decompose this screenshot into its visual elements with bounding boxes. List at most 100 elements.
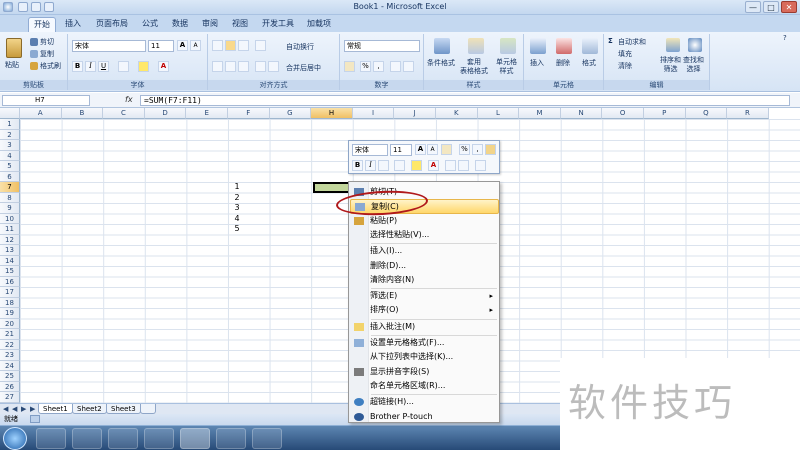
- align-center-icon[interactable]: [225, 61, 236, 72]
- align-bottom-icon[interactable]: [238, 40, 249, 51]
- cell-f7[interactable]: 1: [220, 182, 240, 192]
- mini-font-color-icon[interactable]: A: [428, 160, 439, 171]
- context-menu-item-12[interactable]: 显示拼音字段(S): [350, 365, 499, 379]
- align-middle-icon[interactable]: [225, 40, 236, 51]
- tab-page-layout[interactable]: 页面布局: [92, 17, 132, 32]
- row-header-8[interactable]: 8: [0, 192, 20, 203]
- close-button[interactable]: ✕: [781, 1, 797, 13]
- merge-center-button[interactable]: 合并后居中: [286, 63, 321, 73]
- find-select-icon[interactable]: [688, 38, 702, 52]
- table-format-button[interactable]: 套用 表格格式: [460, 58, 488, 76]
- row-header-10[interactable]: 10: [0, 213, 20, 224]
- mini-increase-decimal-icon[interactable]: [445, 160, 456, 171]
- column-header-j[interactable]: J: [394, 108, 436, 119]
- ie-icon[interactable]: [36, 428, 66, 449]
- start-button[interactable]: [3, 427, 27, 450]
- row-header-23[interactable]: 23: [0, 350, 20, 361]
- cell-f8[interactable]: 2: [220, 193, 240, 203]
- table-format-icon[interactable]: [468, 38, 484, 54]
- insert-cells-button[interactable]: 插入: [530, 58, 544, 68]
- tab-insert[interactable]: 插入: [60, 17, 86, 32]
- comma-button[interactable]: ,: [373, 61, 384, 72]
- format-cells-button[interactable]: 格式: [582, 58, 596, 68]
- tab-data[interactable]: 数据: [168, 17, 192, 32]
- word-icon[interactable]: [216, 428, 246, 449]
- row-header-25[interactable]: 25: [0, 371, 20, 382]
- paste-button[interactable]: 粘贴: [5, 60, 19, 70]
- autosum-button[interactable]: 自动求和: [618, 37, 646, 47]
- row-header-12[interactable]: 12: [0, 234, 20, 245]
- increase-indent-icon[interactable]: [268, 61, 279, 72]
- mini-format-painter-icon[interactable]: [485, 144, 496, 155]
- insert-cells-icon[interactable]: [530, 38, 546, 54]
- number-format-select[interactable]: 常规: [344, 40, 420, 52]
- fill-button[interactable]: 填充: [618, 49, 632, 59]
- mini-italic-button[interactable]: I: [365, 160, 376, 171]
- column-header-l[interactable]: L: [477, 108, 520, 119]
- sigma-icon[interactable]: Σ: [608, 37, 613, 45]
- font-color-icon[interactable]: A: [158, 61, 169, 72]
- conditional-format-button[interactable]: 条件格式: [427, 58, 455, 68]
- percent-button[interactable]: %: [360, 61, 371, 72]
- column-header-d[interactable]: D: [144, 108, 187, 119]
- row-header-11[interactable]: 11: [0, 224, 20, 235]
- context-menu-item-2[interactable]: 粘贴(P): [350, 214, 499, 228]
- row-header-14[interactable]: 14: [0, 255, 20, 266]
- help-icon[interactable]: ?: [783, 34, 787, 42]
- row-header-22[interactable]: 22: [0, 339, 20, 350]
- mini-border-icon[interactable]: [394, 160, 405, 171]
- fill-color-icon[interactable]: [138, 61, 149, 72]
- column-header-o[interactable]: O: [602, 108, 644, 119]
- decrease-indent-icon[interactable]: [255, 61, 266, 72]
- column-header-c[interactable]: C: [103, 108, 145, 119]
- tab-formulas[interactable]: 公式: [138, 17, 162, 32]
- mini-currency-icon[interactable]: [441, 144, 452, 155]
- row-header-2[interactable]: 2: [0, 129, 20, 140]
- mini-font-name-select[interactable]: 宋体: [352, 144, 388, 156]
- delete-cells-button[interactable]: 删除: [556, 58, 570, 68]
- sheet-tab-sheet1[interactable]: Sheet1: [38, 404, 73, 414]
- row-header-26[interactable]: 26: [0, 381, 20, 392]
- copy-button[interactable]: 复制: [40, 49, 54, 59]
- mini-bold-button[interactable]: B: [352, 160, 363, 171]
- fx-icon[interactable]: fx: [125, 95, 133, 104]
- row-header-19[interactable]: 19: [0, 308, 20, 319]
- border-icon[interactable]: [118, 61, 129, 72]
- context-menu-item-9[interactable]: 插入批注(M): [350, 320, 499, 334]
- tab-view[interactable]: 视图: [228, 17, 252, 32]
- mini-font-size-select[interactable]: 11: [390, 144, 412, 156]
- format-painter-button[interactable]: 格式刷: [40, 61, 61, 71]
- sheet-nav-last-icon[interactable]: ▶: [30, 405, 35, 413]
- format-cells-icon[interactable]: [582, 38, 598, 54]
- cell-f11[interactable]: 5: [220, 224, 240, 234]
- sort-filter-button[interactable]: 排序和 筛选: [660, 56, 681, 74]
- column-header-q[interactable]: Q: [685, 108, 728, 119]
- row-header-20[interactable]: 20: [0, 318, 20, 329]
- context-menu-item-15[interactable]: Brother P-touch: [350, 410, 499, 424]
- maximize-button[interactable]: □: [763, 1, 779, 13]
- sort-filter-icon[interactable]: [666, 38, 680, 52]
- mini-shrink-font-icon[interactable]: A: [427, 144, 438, 155]
- sheet-tab-sheet2[interactable]: Sheet2: [72, 404, 107, 414]
- sheet-nav-prev-icon[interactable]: ◀: [12, 405, 17, 413]
- tab-addins[interactable]: 加载项: [304, 17, 334, 32]
- name-box[interactable]: H7: [2, 95, 90, 106]
- row-header-17[interactable]: 17: [0, 287, 20, 298]
- paste-icon[interactable]: [6, 38, 22, 58]
- row-header-16[interactable]: 16: [0, 276, 20, 287]
- mini-decrease-decimal-icon[interactable]: [458, 160, 469, 171]
- column-header-h[interactable]: H: [311, 108, 353, 119]
- cut-button[interactable]: 剪切: [40, 37, 54, 47]
- row-header-18[interactable]: 18: [0, 297, 20, 308]
- mini-percent-button[interactable]: %: [459, 144, 470, 155]
- formula-input[interactable]: =SUM(F7:F11): [140, 95, 790, 106]
- column-header-g[interactable]: G: [269, 108, 312, 119]
- delete-cells-icon[interactable]: [556, 38, 572, 54]
- align-right-icon[interactable]: [238, 61, 249, 72]
- tools-icon[interactable]: [252, 428, 282, 449]
- cell-styles-icon[interactable]: [500, 38, 516, 54]
- excel-icon[interactable]: [180, 428, 210, 449]
- mini-comma-button[interactable]: ,: [472, 144, 483, 155]
- column-header-n[interactable]: N: [560, 108, 603, 119]
- media-player-icon[interactable]: [108, 428, 138, 449]
